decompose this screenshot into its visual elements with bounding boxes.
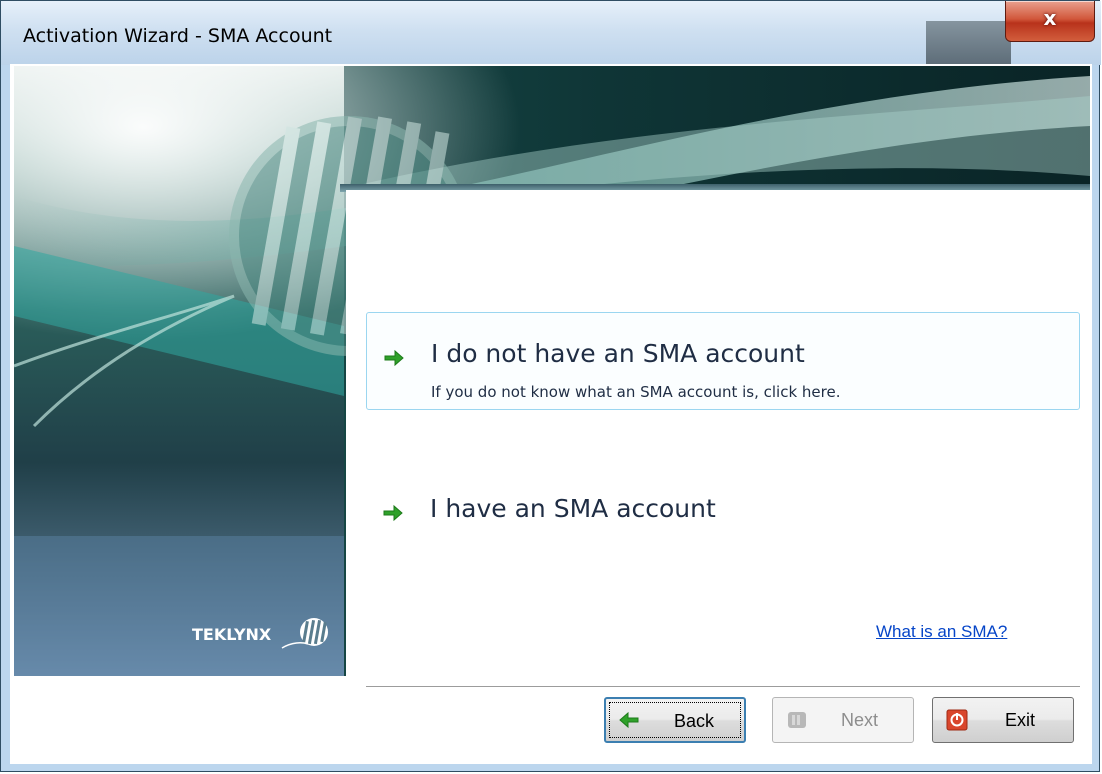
option-subtitle: If you do not know what an SMA account i… [431, 383, 841, 401]
title-bar: Activation Wizard - SMA Account x [1, 1, 1101, 65]
svg-text:TEKLYNX: TEKLYNX [192, 625, 272, 644]
option-title: I do not have an SMA account [431, 339, 805, 368]
close-button[interactable]: x [1005, 1, 1095, 42]
teklynx-logo-icon: TEKLYNX [192, 618, 328, 649]
next-button[interactable]: Next [772, 697, 914, 743]
option-no-sma-account[interactable]: I do not have an SMA account If you do n… [366, 312, 1080, 410]
close-icon: x [1043, 6, 1057, 30]
teklynx-logo: TEKLYNX [192, 616, 332, 656]
exit-button[interactable]: Exit [932, 697, 1074, 743]
back-button[interactable]: Back [604, 697, 746, 743]
what-is-sma-link[interactable]: What is an SMA? [876, 622, 1007, 642]
green-arrow-left-icon [619, 711, 639, 729]
green-arrow-right-icon [383, 504, 403, 522]
window-title: Activation Wizard - SMA Account [23, 25, 333, 47]
power-exit-icon [946, 709, 968, 731]
option-title: I have an SMA account [430, 494, 716, 523]
content-panel [346, 190, 1090, 680]
green-arrow-right-icon [384, 349, 404, 367]
option-have-sma-account[interactable]: I have an SMA account [366, 470, 1080, 560]
next-disabled-icon [788, 712, 806, 728]
